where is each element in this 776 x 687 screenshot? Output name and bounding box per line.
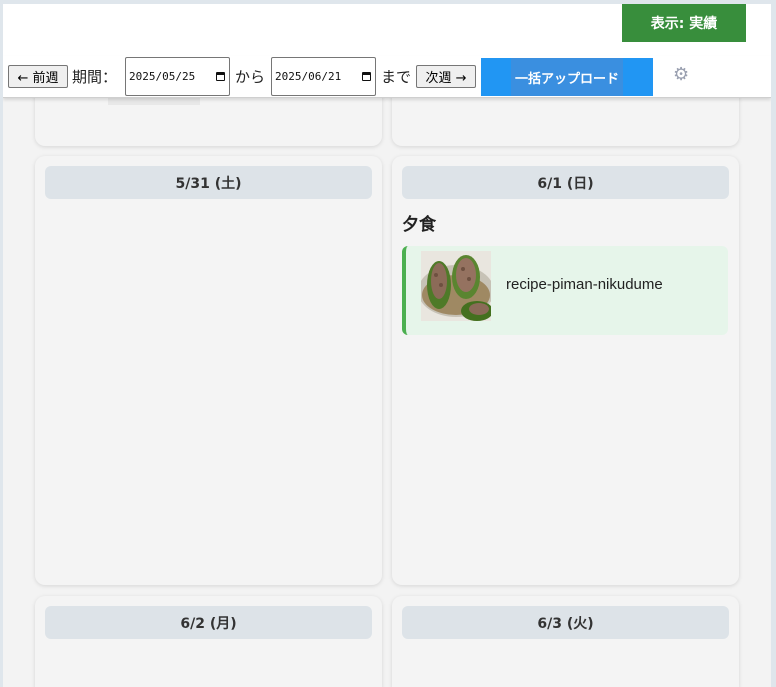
sticky-ghost [108,97,200,105]
day-card: 6/3 (火) [392,596,739,687]
day-card: 6/1 (日) 夕食 recipe-piman-nikudume [392,156,739,585]
day-card: 6/2 (月) [35,596,382,687]
from-label: から [235,68,266,86]
until-label: まで [381,68,412,86]
calendar-icon[interactable] [216,72,225,81]
end-date-input[interactable]: 2025/06/21 [271,57,376,96]
day-header: 6/3 (火) [402,606,729,639]
meal-title: 夕食 [402,215,436,235]
recipe-item[interactable]: recipe-piman-nikudume [402,246,728,335]
gear-icon[interactable]: ⚙ [673,66,689,84]
start-date-input[interactable]: 2025/05/25 [125,57,230,96]
recipe-name: recipe-piman-nikudume [506,276,663,293]
day-card: 5/31 (土) [35,156,382,585]
prev-week-button[interactable]: ← 前週 [8,65,68,88]
end-date-value: 2025/06/21 [275,70,342,83]
meal-planner-page: 表示: 実績 ← 前週 期間： 2025/05/25 から 2025/06/21… [3,4,771,687]
day-header: 6/2 (月) [45,606,372,639]
bulk-upload-button[interactable]: 一括アップロード [481,58,653,96]
day-header: 5/31 (土) [45,166,372,199]
period-label: 期間： [72,68,118,86]
calendar-icon[interactable] [362,72,371,81]
toolbar: ← 前週 期間： 2025/05/25 から 2025/06/21 まで 次週 … [3,56,771,98]
bulk-upload-label: 一括アップロード [511,58,623,96]
header-bar: 表示: 実績 [3,4,771,56]
next-week-button[interactable]: 次週 → [416,65,476,88]
start-date-value: 2025/05/25 [129,70,196,83]
day-header: 6/1 (日) [402,166,729,199]
recipe-thumbnail[interactable] [421,251,491,321]
view-toggle-button[interactable]: 表示: 実績 [622,4,746,42]
